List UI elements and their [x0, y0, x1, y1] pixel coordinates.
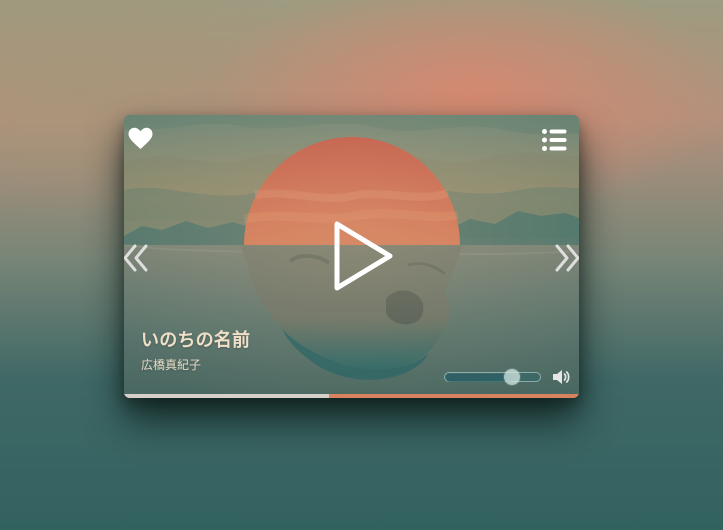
progress-fill	[124, 394, 329, 398]
progress-bar[interactable]	[124, 394, 579, 398]
track-info: いのちの名前 広橋真紀子	[141, 329, 250, 373]
heart-icon[interactable]	[128, 127, 153, 150]
music-player-card: いのちの名前 広橋真紀子	[124, 115, 579, 398]
playlist-icon[interactable]	[541, 128, 567, 152]
next-icon[interactable]	[555, 244, 579, 272]
volume-slider[interactable]	[444, 369, 543, 385]
previous-icon[interactable]	[124, 244, 148, 272]
speaker-icon[interactable]	[552, 369, 570, 385]
play-icon	[334, 221, 393, 291]
play-button[interactable]	[332, 220, 396, 292]
volume-track[interactable]	[444, 372, 541, 382]
volume-fill	[446, 374, 513, 382]
track-title: いのちの名前	[141, 330, 251, 351]
volume-thumb[interactable]	[503, 369, 520, 385]
track-artist: 広橋真紀子	[141, 358, 202, 372]
